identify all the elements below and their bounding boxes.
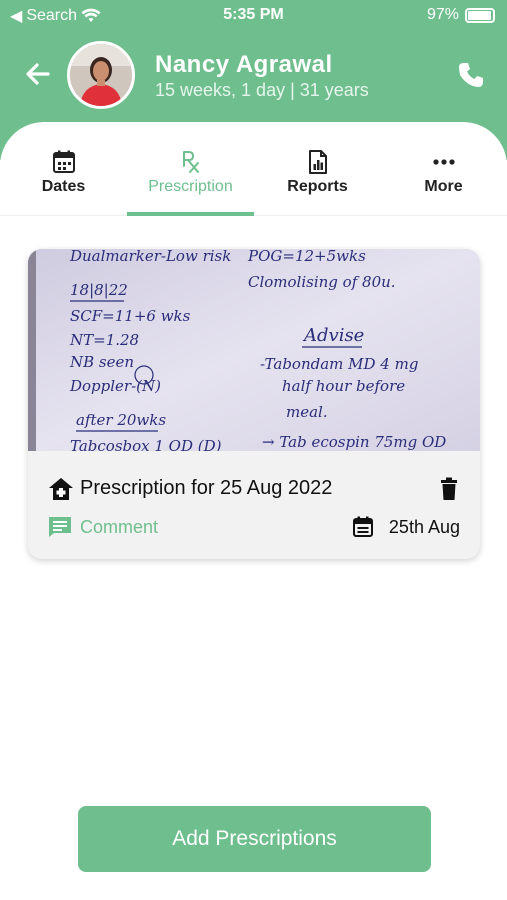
avatar[interactable] bbox=[67, 41, 135, 109]
handwriting-line: POG=12+5wks bbox=[247, 249, 366, 265]
add-prescriptions-button[interactable]: Add Prescriptions bbox=[78, 806, 431, 872]
tab-label: Reports bbox=[287, 178, 348, 195]
prescription-date: 25th Aug bbox=[388, 517, 460, 537]
card-meta-row: Comment 25th Aug bbox=[48, 515, 460, 541]
rx-icon bbox=[182, 151, 199, 173]
handwriting-line: NT=1.28 bbox=[69, 331, 139, 349]
tab-reports[interactable]: Reports bbox=[254, 140, 381, 216]
patient-subtitle: 15 weeks, 1 day | 31 years bbox=[155, 80, 369, 100]
handwriting-line: -Tabondam MD 4 mg bbox=[260, 355, 418, 373]
status-bar: ◀ Search 5:35 PM 97% bbox=[0, 0, 507, 30]
tab-more[interactable]: More bbox=[380, 140, 507, 216]
comment-button[interactable]: Comment bbox=[80, 517, 158, 538]
prescription-image[interactable]: Dualmarker-Low risk 18|8|22 SCF=11+6 wks… bbox=[28, 249, 480, 451]
tab-label: Prescription bbox=[148, 178, 233, 195]
handwriting-line: after 20wks bbox=[76, 411, 166, 429]
home-medical-icon bbox=[49, 478, 73, 500]
card-title-row: Prescription for 25 Aug 2022 bbox=[48, 475, 460, 505]
handwriting-line: NB seen bbox=[69, 353, 134, 371]
battery-percent: 97% bbox=[426, 6, 459, 23]
trash-icon[interactable] bbox=[438, 477, 460, 501]
report-icon bbox=[308, 150, 327, 174]
handwriting-line: Clomolising of 80u. bbox=[248, 273, 396, 291]
active-tab-indicator bbox=[127, 212, 254, 216]
tab-label: Dates bbox=[41, 178, 86, 195]
prescription-title: Prescription for 25 Aug 2022 bbox=[80, 477, 333, 499]
status-battery: 97% bbox=[427, 6, 495, 24]
calendar-icon bbox=[353, 516, 373, 537]
handwriting-line: meal. bbox=[286, 403, 328, 421]
tab-prescription[interactable]: Prescription bbox=[127, 140, 254, 216]
phone-icon[interactable] bbox=[456, 60, 486, 90]
calendar-icon bbox=[52, 150, 75, 173]
handwriting-line: Doppler-(N) bbox=[69, 377, 161, 395]
back-arrow-icon[interactable] bbox=[22, 58, 54, 90]
avatar-photo bbox=[70, 44, 132, 106]
patient-name: Nancy Agrawal bbox=[155, 51, 333, 78]
comment-icon[interactable] bbox=[48, 516, 72, 538]
handwriting-line: SCF=11+6 wks bbox=[70, 307, 191, 325]
handwriting-line: Advise bbox=[302, 325, 364, 346]
handwriting-line: → Tab ecospin 75mg OD bbox=[262, 433, 446, 451]
handwriting-line: Tabcosbox 1 OD (D) bbox=[70, 437, 222, 451]
handwriting-line: 18|8|22 bbox=[70, 281, 128, 299]
battery-icon bbox=[465, 7, 495, 23]
handwriting-line: Dualmarker-Low risk bbox=[69, 249, 231, 265]
handwriting-line: half hour before bbox=[282, 377, 405, 395]
tab-label: More bbox=[424, 178, 463, 195]
prescription-card[interactable]: Dualmarker-Low risk 18|8|22 SCF=11+6 wks… bbox=[28, 249, 480, 559]
more-dots-icon bbox=[432, 159, 455, 165]
tab-dates[interactable]: Dates bbox=[0, 140, 127, 216]
tab-bar: Dates Prescription Reports More bbox=[0, 140, 507, 216]
